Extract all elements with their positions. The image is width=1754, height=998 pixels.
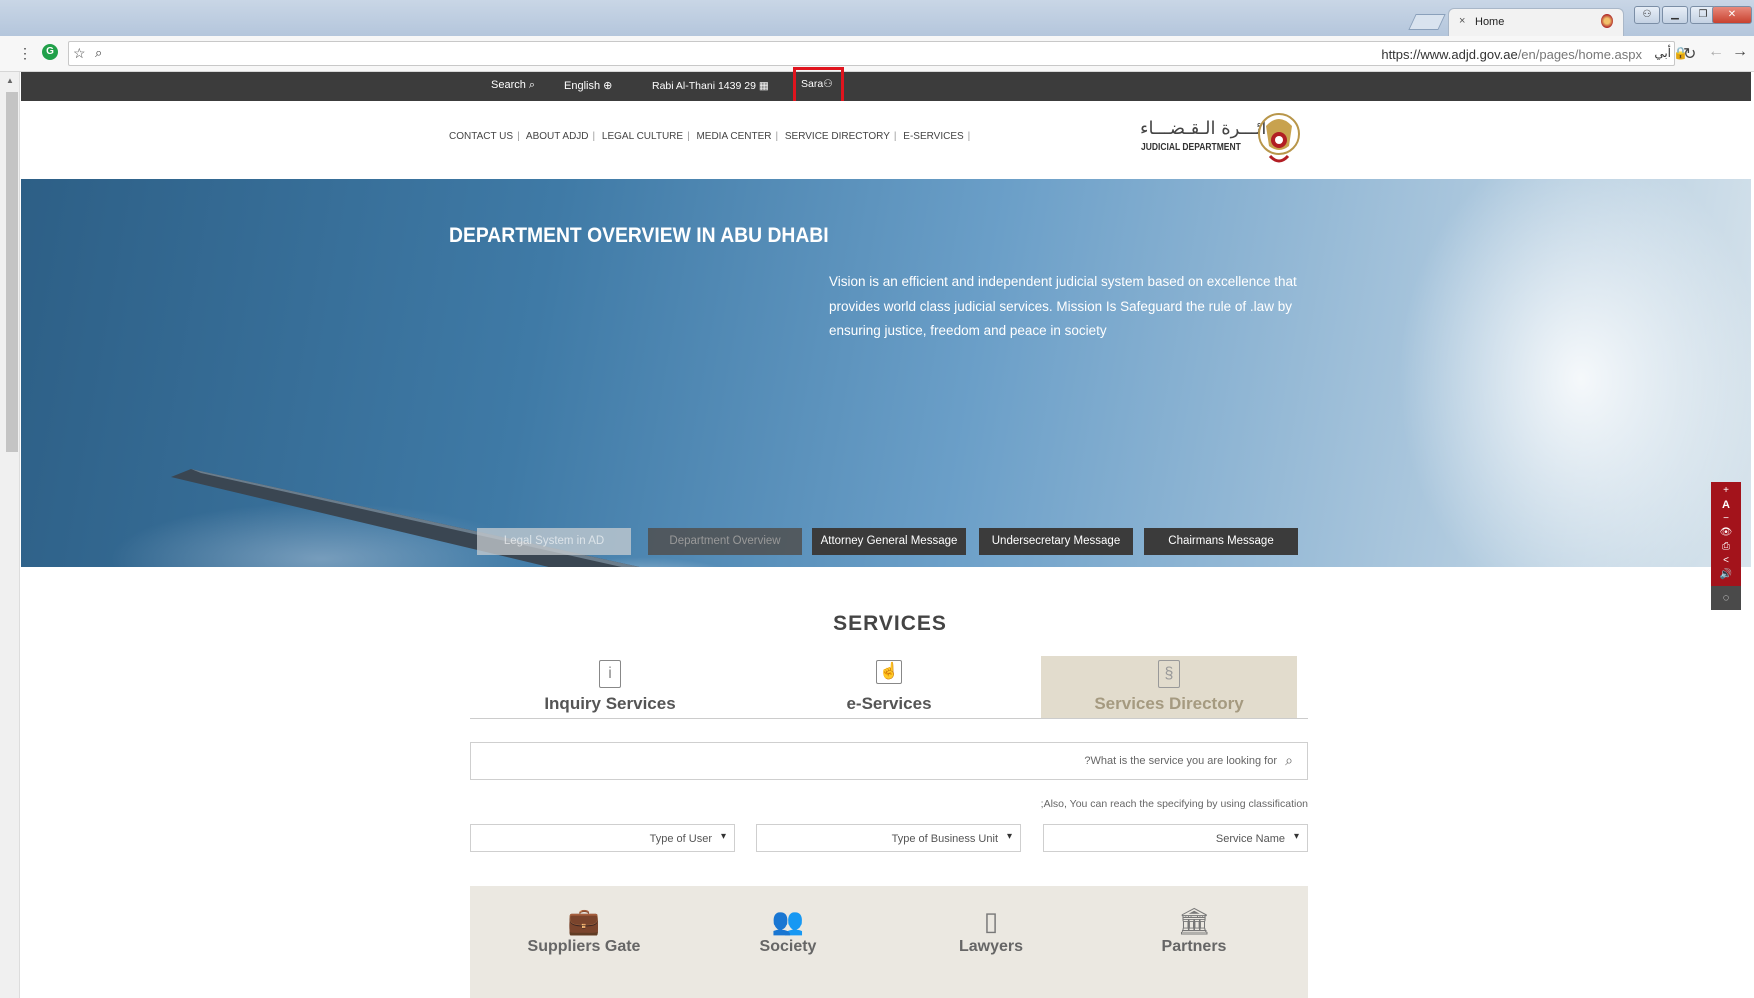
quick-link-lawyers[interactable]: ▯ Lawyers bbox=[921, 904, 1061, 956]
nav-about-adjd[interactable]: ABOUT ADJD bbox=[526, 131, 589, 142]
language-label: English bbox=[564, 80, 601, 92]
extension-icon[interactable]: G bbox=[42, 44, 58, 60]
scrollbar-thumb[interactable] bbox=[6, 92, 18, 452]
service-name-value: Service Name bbox=[1215, 833, 1285, 845]
type-of-user-value: Type of User bbox=[649, 833, 712, 845]
language-switch[interactable]: English ⊕ bbox=[564, 79, 612, 92]
service-search-input[interactable]: ?What is the service you are looking for… bbox=[470, 742, 1308, 780]
tab-e-services[interactable]: ☝ e-Services bbox=[761, 656, 1017, 718]
logo-english[interactable]: JUDICIAL DEPARTMENT bbox=[1141, 142, 1241, 153]
classification-hint: ;Also, You can reach the specifying by u… bbox=[1040, 798, 1308, 810]
society-label: Society bbox=[759, 938, 817, 955]
back-icon[interactable]: ← bbox=[1708, 43, 1724, 61]
site-top-bar bbox=[21, 72, 1751, 101]
speaker-icon[interactable]: 🔊 bbox=[1711, 568, 1741, 582]
print-icon[interactable]: ⎙ bbox=[1711, 540, 1741, 554]
browser-tab-bar: × Home ⚇ ▁ ❐ ✕ bbox=[0, 0, 1754, 36]
tab-e-services-label: e-Services bbox=[846, 694, 932, 713]
info-icon: i bbox=[599, 660, 621, 688]
bank-building-icon: 🏛 bbox=[1177, 906, 1211, 936]
hero-banner bbox=[21, 179, 1751, 567]
url-field[interactable]: ☆ ⌕ https://www.adjd.gov.ae/en/pages/hom… bbox=[68, 41, 1688, 66]
font-increase-icon[interactable]: + bbox=[1711, 484, 1741, 498]
forward-icon[interactable]: → bbox=[1732, 43, 1748, 61]
search-icon: ⌕ bbox=[525, 79, 536, 91]
hero-title: DEPARTMENT OVERVIEW IN ABU DHABI bbox=[449, 224, 829, 247]
directory-book-icon: § bbox=[1158, 660, 1180, 688]
type-of-business-unit-value: Type of Business Unit bbox=[891, 833, 998, 845]
url-text[interactable]: https://www.adjd.gov.ae/en/pages/home.as… bbox=[1381, 47, 1642, 62]
hand-pointer-icon: ☝ bbox=[876, 660, 902, 684]
tab-services-directory[interactable]: § Services Directory bbox=[1041, 656, 1297, 718]
services-title: SERVICES bbox=[833, 612, 947, 635]
tab-inquiry-services[interactable]: i Inquiry Services bbox=[482, 656, 738, 718]
hero-aircraft-wing-image bbox=[171, 469, 640, 567]
chevron-down-icon: ▾ bbox=[1006, 831, 1012, 842]
tab-inquiry-label: Inquiry Services bbox=[544, 694, 676, 713]
contrast-eye-icon[interactable]: 👁 bbox=[1711, 526, 1741, 540]
browser-address-bar: ⋮ G ☆ ⌕ https://www.adjd.gov.ae/en/pages… bbox=[0, 36, 1754, 72]
window-user-icon[interactable]: ⚇ bbox=[1634, 6, 1660, 24]
menu-dots-icon[interactable]: ⋮ bbox=[18, 45, 32, 62]
search-icon[interactable]: ⌕ bbox=[95, 45, 102, 61]
type-of-business-unit-select[interactable]: Type of Business Unit ▾ bbox=[756, 824, 1021, 852]
service-search-placeholder: ?What is the service you are looking for bbox=[1084, 755, 1277, 767]
hero-tab-undersecretary[interactable]: Undersecretary Message bbox=[979, 528, 1133, 555]
nav-e-services[interactable]: E-SERVICES bbox=[903, 131, 963, 142]
tabs-divider bbox=[470, 718, 1308, 719]
tab-services-directory-label: Services Directory bbox=[1094, 694, 1244, 713]
document-icon: ▯ bbox=[983, 906, 999, 936]
nav-service-directory[interactable]: SERVICE DIRECTORY bbox=[785, 131, 890, 142]
topbar-search-label: Search bbox=[491, 79, 526, 91]
chevron-down-icon: ▾ bbox=[720, 831, 726, 842]
quick-link-partners[interactable]: 🏛 Partners bbox=[1124, 904, 1264, 956]
main-nav: CONTACT US | ABOUT ADJD | LEGAL CULTURE | M… bbox=[449, 131, 971, 142]
scroll-up-arrow-icon[interactable]: ▲ bbox=[6, 76, 14, 85]
window-close-button[interactable]: ✕ bbox=[1712, 6, 1752, 24]
chat-icon[interactable]: ◌ bbox=[1711, 586, 1741, 610]
date-label: Rabi Al-Thani 1439 29 bbox=[652, 80, 756, 92]
quick-link-suppliers-gate[interactable]: 💼 Suppliers Gate bbox=[514, 904, 654, 956]
hijri-date: Rabi Al-Thani 1439 29 ▦ bbox=[652, 80, 769, 92]
quick-links-panel: 💼 Suppliers Gate 👥 Society ▯ Lawyers 🏛 P… bbox=[470, 886, 1308, 998]
chevron-down-icon: ▾ bbox=[1293, 831, 1299, 842]
lawyers-label: Lawyers bbox=[958, 938, 1024, 955]
url-host: https://www.adjd.gov.ae bbox=[1381, 47, 1518, 62]
quick-link-society[interactable]: 👥 Society bbox=[718, 904, 858, 956]
browser-tab-home[interactable]: × Home bbox=[1448, 8, 1624, 36]
share-icon[interactable]: < bbox=[1711, 554, 1741, 568]
people-group-icon: 👥 bbox=[771, 906, 805, 936]
window-minimize-button[interactable]: ▁ bbox=[1662, 6, 1688, 24]
site-favicon-icon bbox=[1601, 14, 1613, 28]
hero-text: Vision is an efficient and independent j… bbox=[829, 274, 1297, 338]
nav-contact-us[interactable]: CONTACT US bbox=[449, 131, 513, 142]
falcon-emblem-icon[interactable] bbox=[1256, 106, 1302, 170]
reload-icon[interactable]: ↻ bbox=[1683, 44, 1696, 64]
logo-arabic[interactable]: دائـــرة الـقـضـــاء bbox=[1140, 118, 1274, 139]
hero-tab-legal-system[interactable]: Legal System in AD bbox=[477, 528, 631, 555]
service-name-select[interactable]: Service Name ▾ bbox=[1043, 824, 1308, 852]
bookmark-star-icon[interactable]: ☆ bbox=[73, 45, 86, 62]
hero-tab-chairmans-message[interactable]: Chairmans Message bbox=[1144, 528, 1298, 555]
tab-close-icon[interactable]: × bbox=[1459, 15, 1465, 27]
briefcase-icon: 💼 bbox=[567, 906, 601, 936]
nav-legal-culture[interactable]: LEGAL CULTURE bbox=[602, 131, 683, 142]
nav-media-center[interactable]: MEDIA CENTER bbox=[696, 131, 771, 142]
search-icon[interactable]: ⌕ bbox=[1285, 752, 1293, 769]
font-decrease-icon[interactable]: − bbox=[1711, 512, 1741, 526]
suppliers-gate-label: Suppliers Gate bbox=[527, 938, 641, 955]
new-tab-button[interactable] bbox=[1408, 14, 1446, 30]
font-size-icon[interactable]: A bbox=[1711, 498, 1741, 512]
topbar-search[interactable]: Search ⌕ bbox=[491, 79, 535, 92]
type-of-user-select[interactable]: Type of User ▾ bbox=[470, 824, 735, 852]
tab-title: Home bbox=[1475, 16, 1505, 28]
url-path: /en/pages/home.aspx bbox=[1517, 47, 1642, 62]
hero-tab-department-overview[interactable]: Department Overview bbox=[648, 528, 802, 555]
globe-icon: ⊕ bbox=[600, 80, 613, 92]
calendar-icon: ▦ bbox=[755, 80, 769, 92]
url-badge: أبي bbox=[1654, 46, 1671, 60]
hero-tab-attorney-general[interactable]: Attorney General Message bbox=[812, 528, 966, 555]
partners-label: Partners bbox=[1161, 938, 1227, 955]
